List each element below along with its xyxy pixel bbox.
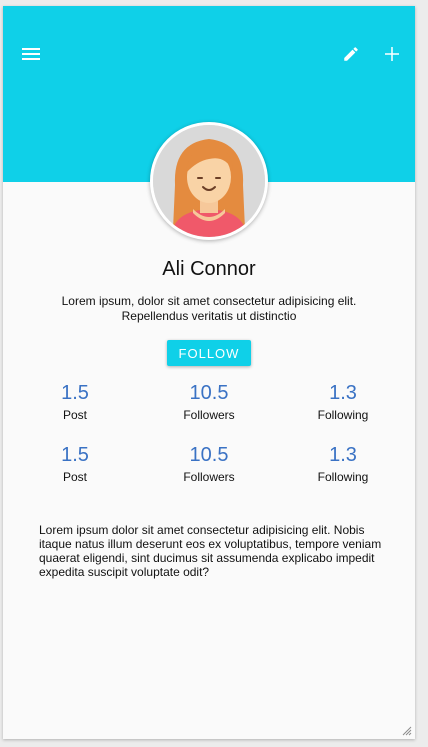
stat-value: 1.3 <box>329 444 357 466</box>
menu-icon <box>22 48 40 60</box>
avatar <box>150 122 268 240</box>
menu-button[interactable] <box>17 40 45 68</box>
add-button[interactable] <box>378 40 406 68</box>
stat-following: 1.3 Following <box>278 443 408 485</box>
stat-label: Following <box>317 470 369 484</box>
stat-label: Following <box>317 408 369 422</box>
stat-value: 1.3 <box>329 382 357 404</box>
profile-description: Lorem ipsum dolor sit amet consectetur a… <box>39 523 382 579</box>
stat-label: Post <box>62 408 87 422</box>
stat-followers: 10.5 Followers <box>144 443 274 485</box>
profile-bio: Lorem ipsum, dolor sit amet consectetur … <box>61 294 357 323</box>
plus-icon <box>385 47 399 61</box>
stat-value: 10.5 <box>189 444 229 466</box>
resize-handle-icon[interactable] <box>402 726 412 736</box>
stat-following: 1.3 Following <box>278 381 408 423</box>
stat-post: 1.5 Post <box>10 443 140 485</box>
stats-row: 1.5 Post 10.5 Followers 1.3 Following <box>3 443 415 489</box>
pencil-icon <box>344 47 358 61</box>
stat-label: Followers <box>183 408 235 422</box>
stat-followers: 10.5 Followers <box>144 381 274 423</box>
stat-post: 1.5 Post <box>10 381 140 423</box>
follow-button[interactable]: FOLLOW <box>167 340 251 366</box>
stat-label: Followers <box>183 470 235 484</box>
stat-label: Post <box>62 470 87 484</box>
stat-value: 1.5 <box>61 444 89 466</box>
edit-button[interactable] <box>337 40 365 68</box>
profile-name: Ali Connor <box>162 258 256 280</box>
stat-value: 10.5 <box>189 382 229 404</box>
avatar-illustration <box>153 125 265 237</box>
stat-value: 1.5 <box>61 382 89 404</box>
profile-card: Ali Connor Lorem ipsum, dolor sit amet c… <box>3 6 415 739</box>
stats-row: 1.5 Post 10.5 Followers 1.3 Following <box>3 381 415 427</box>
